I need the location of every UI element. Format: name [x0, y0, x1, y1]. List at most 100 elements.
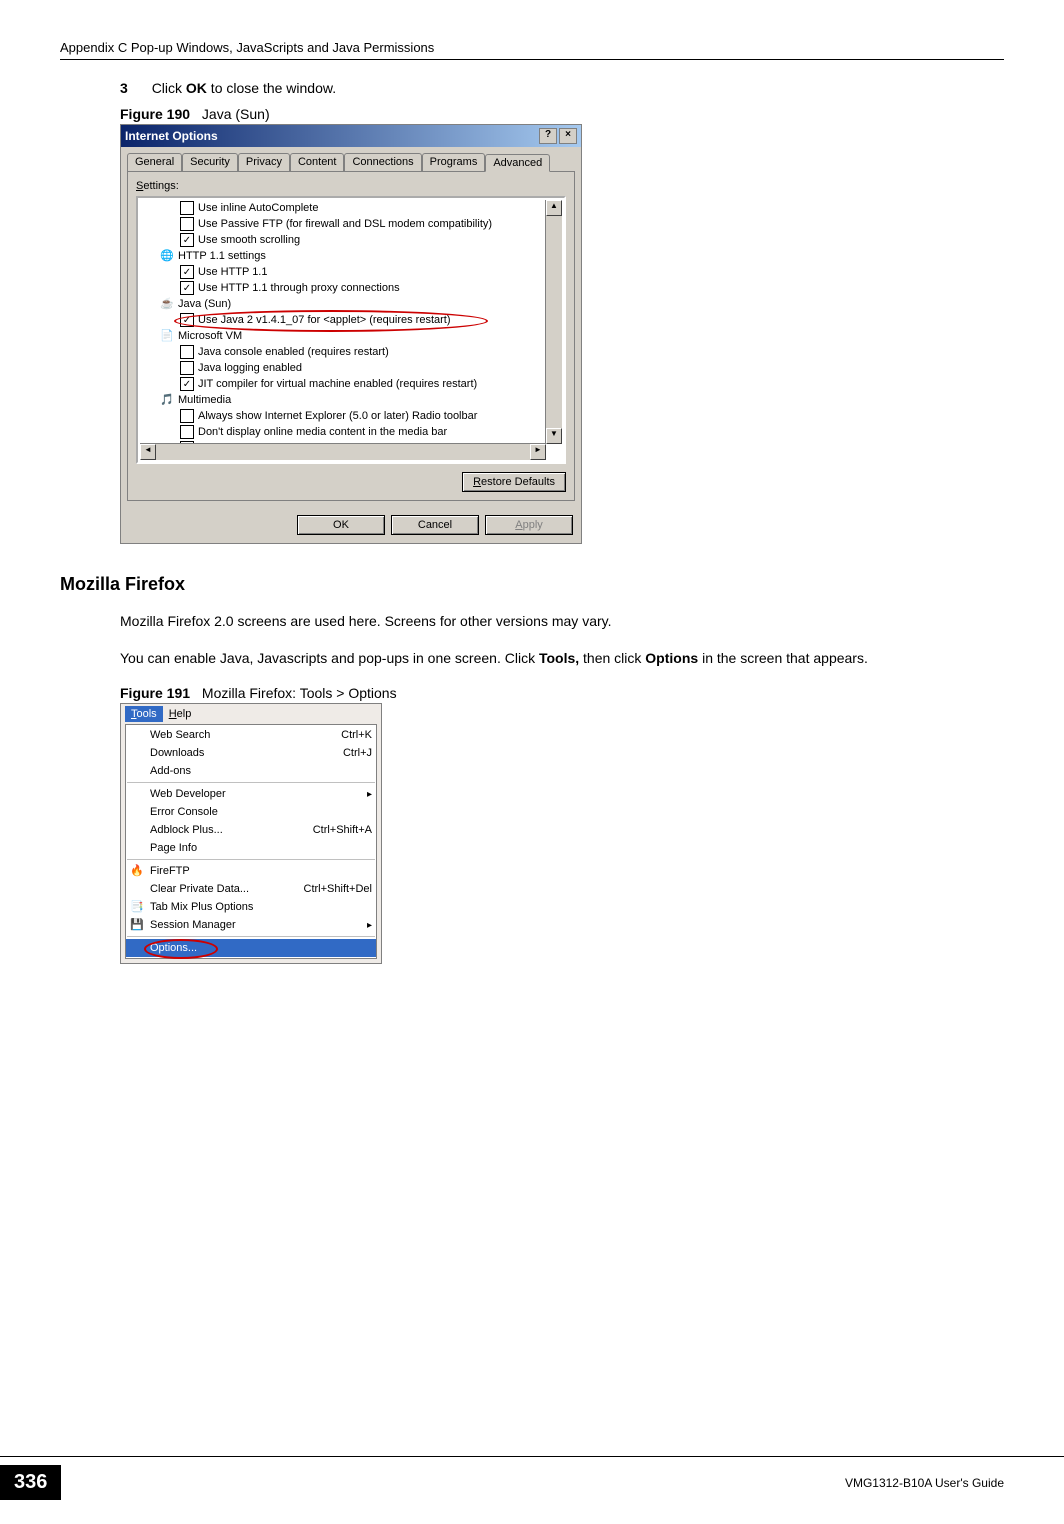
menu-item[interactable]: Downloads Ctrl+J: [126, 744, 376, 762]
menu-item[interactable]: Options...: [126, 939, 376, 957]
tree-item[interactable]: ✓ Use smooth scrolling: [142, 232, 564, 248]
restore-defaults-button[interactable]: Restore Defaults: [462, 472, 566, 492]
page-number: 336: [0, 1465, 61, 1500]
menu-item-icon: 💾: [130, 918, 144, 932]
tab-general[interactable]: General: [127, 153, 182, 171]
menu-item-label: Downloads: [150, 747, 204, 759]
checkbox-icon[interactable]: ✓: [180, 313, 194, 327]
tree-item-label: Java console enabled (requires restart): [198, 346, 389, 358]
tree-category: 📄Microsoft VM: [142, 328, 564, 344]
advanced-panel: Settings: Use inline AutoCompleteUse Pas…: [127, 171, 575, 501]
tree-item-label: Always show Internet Explorer (5.0 or la…: [198, 410, 477, 422]
checkbox-icon[interactable]: ✓: [180, 377, 194, 391]
scroll-up-icon[interactable]: ▲: [546, 200, 562, 216]
menu-item[interactable]: Error Console: [126, 803, 376, 821]
tree-item[interactable]: ✓ JIT compiler for virtual machine enable…: [142, 376, 564, 392]
menu-item-shortcut: Ctrl+J: [343, 747, 372, 759]
guide-title: VMG1312-B10A User's Guide: [845, 1476, 1004, 1490]
help-button[interactable]: ?: [539, 128, 557, 144]
scroll-left-icon[interactable]: ◄: [140, 444, 156, 460]
ok-button[interactable]: OK: [297, 515, 385, 535]
submenu-arrow-icon: [367, 788, 372, 800]
tree-item-label: Use HTTP 1.1 through proxy connections: [198, 282, 400, 294]
checkbox-icon[interactable]: [180, 217, 194, 231]
tab-privacy[interactable]: Privacy: [238, 153, 290, 171]
tree-item-label: HTTP 1.1 settings: [178, 250, 266, 262]
tab-advanced[interactable]: Advanced: [485, 154, 550, 172]
page-footer: 336 VMG1312-B10A User's Guide: [0, 1456, 1064, 1500]
menu-item-label: Adblock Plus...: [150, 824, 223, 836]
menu-item-shortcut: Ctrl+Shift+Del: [304, 883, 372, 895]
menu-separator: [127, 936, 375, 937]
close-button[interactable]: ×: [559, 128, 577, 144]
menu-item-label: Clear Private Data...: [150, 883, 249, 895]
menu-item[interactable]: Web Developer: [126, 785, 376, 803]
tab-programs[interactable]: Programs: [422, 153, 486, 171]
p2-post: in the screen that appears.: [698, 650, 868, 666]
menu-item-shortcut: Ctrl+Shift+A: [313, 824, 372, 836]
menubar-help[interactable]: Help: [163, 706, 198, 722]
figure-190-caption: Figure 190 Java (Sun): [120, 106, 1004, 122]
checkbox-icon[interactable]: [180, 425, 194, 439]
tree-item[interactable]: Use inline AutoComplete: [142, 200, 564, 216]
checkbox-icon[interactable]: [180, 201, 194, 215]
menu-item-label: Options...: [150, 942, 197, 954]
checkbox-icon[interactable]: [180, 409, 194, 423]
tree-category: 🌐 HTTP 1.1 settings: [142, 248, 564, 264]
menu-item[interactable]: Add-ons: [126, 762, 376, 780]
cancel-button[interactable]: Cancel: [391, 515, 479, 535]
menu-item[interactable]: Web SearchCtrl+K: [126, 726, 376, 744]
tree-item[interactable]: ✓ Use Java 2 v1.4.1_07 for <applet> (requ…: [142, 312, 564, 328]
tree-item-label: Use Java 2 v1.4.1_07 for <applet> (requi…: [198, 314, 451, 326]
tree-item[interactable]: ✓ Use HTTP 1.1 through proxy connections: [142, 280, 564, 296]
scroll-right-icon[interactable]: ►: [530, 444, 546, 460]
tab-content[interactable]: Content: [290, 153, 345, 171]
menu-item-label: Session Manager: [150, 919, 236, 931]
section-heading-mozilla: Mozilla Firefox: [60, 574, 1004, 595]
apply-button[interactable]: Apply: [485, 515, 573, 535]
tree-item[interactable]: Java console enabled (requires restart): [142, 344, 564, 360]
figure-191-caption: Figure 191 Mozilla Firefox: Tools > Opti…: [120, 685, 1004, 701]
tab-connections[interactable]: Connections: [344, 153, 421, 171]
firefox-tools-menu: Tools Help Web SearchCtrl+K Downloads Ctrl…: [120, 703, 382, 964]
menu-item-icon: 📑: [130, 900, 144, 914]
scroll-down-icon[interactable]: ▼: [546, 428, 562, 444]
menu-item[interactable]: 📑Tab Mix Plus Options: [126, 898, 376, 916]
menu-item[interactable]: 🔥FireFTP: [126, 862, 376, 880]
checkbox-icon[interactable]: ✓: [180, 281, 194, 295]
vertical-scrollbar[interactable]: ▲ ▼: [545, 200, 562, 444]
tree-item[interactable]: ✓Use HTTP 1.1: [142, 264, 564, 280]
checkbox-icon[interactable]: ✓: [180, 233, 194, 247]
menubar-tools[interactable]: Tools: [125, 706, 163, 722]
checkbox-icon[interactable]: [180, 345, 194, 359]
tree-item[interactable]: Don't display online media content in th…: [142, 424, 564, 440]
tree-item[interactable]: Java logging enabled: [142, 360, 564, 376]
tree-item-label: Use smooth scrolling: [198, 234, 300, 246]
menu-item[interactable]: 💾 Session Manager: [126, 916, 376, 934]
internet-options-dialog: Internet Options ? × General Security Pr…: [120, 124, 582, 544]
checkbox-icon[interactable]: ✓: [180, 265, 194, 279]
tree-item-label: Java logging enabled: [198, 362, 302, 374]
menu-item[interactable]: Adblock Plus... Ctrl+Shift+A: [126, 821, 376, 839]
horizontal-scrollbar[interactable]: ◄ ►: [140, 443, 546, 460]
menu-separator: [127, 859, 375, 860]
tree-item[interactable]: Use Passive FTP (for firewall and DSL mo…: [142, 216, 564, 232]
step-3: 3 Click OK to close the window.: [120, 80, 1004, 96]
dialog-titlebar: Internet Options ? ×: [121, 125, 581, 147]
menu-item[interactable]: Clear Private Data... Ctrl+Shift+Del: [126, 880, 376, 898]
category-icon: 🌐: [160, 249, 174, 263]
tree-item-label: Use Passive FTP (for firewall and DSL mo…: [198, 218, 492, 230]
checkbox-icon[interactable]: [180, 361, 194, 375]
tab-security[interactable]: Security: [182, 153, 238, 171]
dialog-title: Internet Options: [125, 129, 218, 143]
settings-tree[interactable]: Use inline AutoComplete Use Passive FTP (…: [136, 196, 566, 464]
menu-item-label: Error Console: [150, 806, 218, 818]
menu-item[interactable]: Page Info: [126, 839, 376, 857]
tree-item-label: JIT compiler for virtual machine enabled…: [198, 378, 477, 390]
step-text-bold: OK: [186, 80, 207, 96]
step-text-pre: Click: [152, 80, 186, 96]
figure-number: Figure 190: [120, 106, 190, 122]
figure-number-191: Figure 191: [120, 685, 190, 701]
tree-item[interactable]: Always show Internet Explorer (5.0 or la…: [142, 408, 564, 424]
menu-item-shortcut: Ctrl+K: [341, 729, 372, 741]
